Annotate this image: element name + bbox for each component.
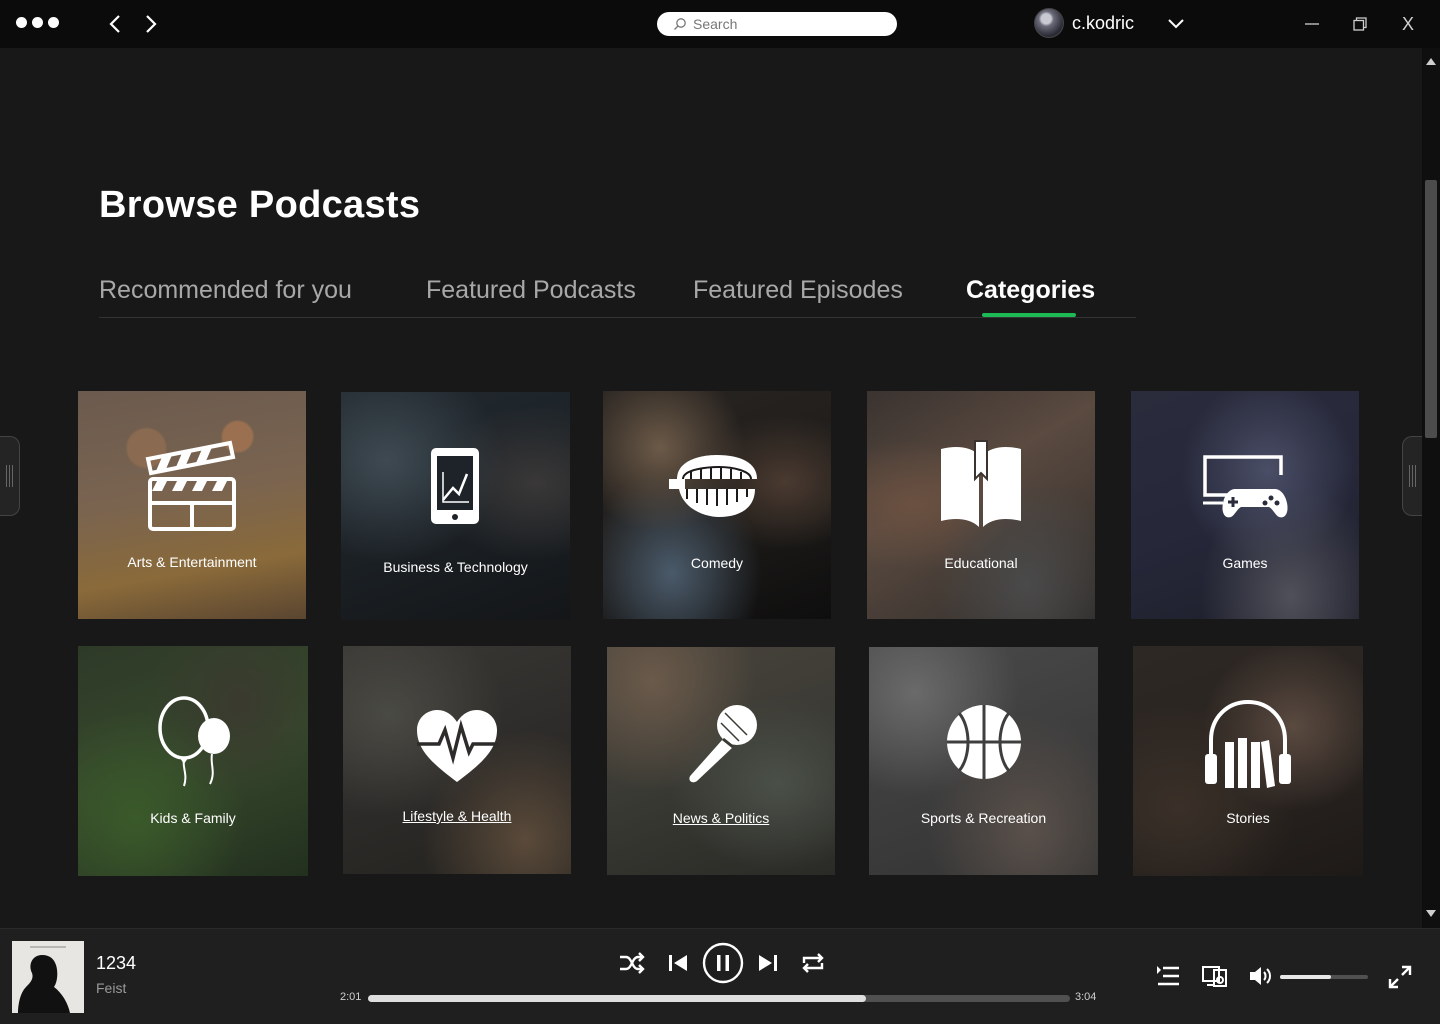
category-tile-news-politics[interactable]: News & Politics [607,647,835,875]
back-arrow-icon[interactable] [104,12,128,36]
category-label: Games [1222,555,1268,571]
progress-fill [368,995,867,1002]
avatar[interactable] [1034,8,1064,38]
pause-icon[interactable] [702,942,744,984]
category-tile-stories[interactable]: Stories [1133,646,1363,876]
category-label: Educational [944,555,1018,571]
category-label: Arts & Entertainment [127,554,257,570]
close-button[interactable]: X [1396,12,1420,36]
tab-recommended[interactable]: Recommended for you [99,276,352,305]
album-cover[interactable] [12,941,84,1013]
right-panel-handle[interactable] [1402,436,1422,516]
fullscreen-icon[interactable] [1388,965,1412,989]
forward-arrow-icon[interactable] [138,12,162,36]
scroll-down-icon[interactable] [1426,910,1436,917]
scroll-thumb[interactable] [1425,180,1437,438]
tab-featured-episodes[interactable]: Featured Episodes [693,276,903,305]
category-tile-business-technology[interactable]: Business & Technology [341,392,570,620]
search-icon [674,18,686,30]
open-book-icon [941,440,1021,527]
minimize-button[interactable] [1300,12,1324,36]
basketball-icon [947,705,1021,779]
restore-button[interactable] [1348,12,1372,36]
category-tile-kids-family[interactable]: Kids & Family [78,646,308,876]
microphone-icon [689,705,757,783]
volume-slider[interactable] [1280,975,1368,979]
total-time: 3:04 [1075,991,1097,1003]
next-track-icon[interactable] [756,951,780,975]
volume-icon[interactable] [1248,965,1272,987]
page-title: Browse Podcasts [99,184,421,226]
player-bar: 1234 Feist 2:01 3:04 [0,928,1440,1024]
minimize-icon [1305,23,1319,25]
album-art-image [12,941,84,1013]
shuffle-icon[interactable] [618,951,646,975]
elapsed-time: 2:01 [340,991,362,1003]
repeat-icon[interactable] [800,951,826,975]
monitor-gamepad-icon [1203,455,1288,518]
close-label: X [1401,13,1414,34]
progress-bar[interactable] [368,995,1070,1002]
left-panel-handle[interactable] [0,436,20,516]
main-view: Browse Podcasts Recommended for you Feat… [0,48,1422,928]
tab-featured-podcasts[interactable]: Featured Podcasts [426,276,636,305]
title-bar: c.kodric X [0,0,1440,48]
category-label: Stories [1226,810,1270,826]
category-label: Sports & Recreation [920,810,1047,826]
chattering-teeth-icon [669,455,757,517]
clapperboard-icon [145,440,236,531]
volume-fill [1280,975,1332,979]
category-label: News & Politics [672,810,770,826]
tablet-chart-icon [431,448,479,524]
category-label: Business & Technology [383,559,528,575]
category-label: Comedy [690,555,744,571]
tab-categories[interactable]: Categories [966,276,1095,305]
track-title[interactable]: 1234 [96,953,136,974]
main-scrollbar[interactable] [1422,48,1440,928]
heartbeat-icon [417,710,497,782]
track-artist[interactable]: Feist [96,980,126,996]
category-tile-comedy[interactable]: Comedy [603,391,831,619]
username: c.kodric [1072,12,1135,33]
user-menu[interactable]: c.kodric [1034,8,1134,38]
category-tile-lifestyle-health[interactable]: Lifestyle & Health [343,646,571,874]
queue-icon[interactable] [1156,965,1180,987]
chevron-down-icon[interactable] [1166,14,1186,34]
category-label: Lifestyle & Health [402,808,512,824]
category-tile-arts-entertainment[interactable]: Arts & Entertainment [78,391,306,619]
headphones-books-icon [1205,699,1291,788]
category-tile-sports-recreation[interactable]: Sports & Recreation [869,647,1098,875]
active-tab-indicator [982,313,1076,317]
balloons-icon [158,696,230,787]
tab-bar: Recommended for you Featured Podcasts Fe… [99,274,1136,318]
category-tile-games[interactable]: Games [1131,391,1359,619]
restore-icon [1353,17,1367,31]
scroll-up-icon[interactable] [1426,58,1436,65]
search-bar[interactable] [657,12,897,36]
search-input[interactable] [693,16,883,32]
app-menu-button[interactable] [16,17,59,28]
category-tile-educational[interactable]: Educational [867,391,1095,619]
previous-track-icon[interactable] [666,951,690,975]
devices-icon[interactable] [1202,965,1228,987]
category-label: Kids & Family [150,810,236,826]
